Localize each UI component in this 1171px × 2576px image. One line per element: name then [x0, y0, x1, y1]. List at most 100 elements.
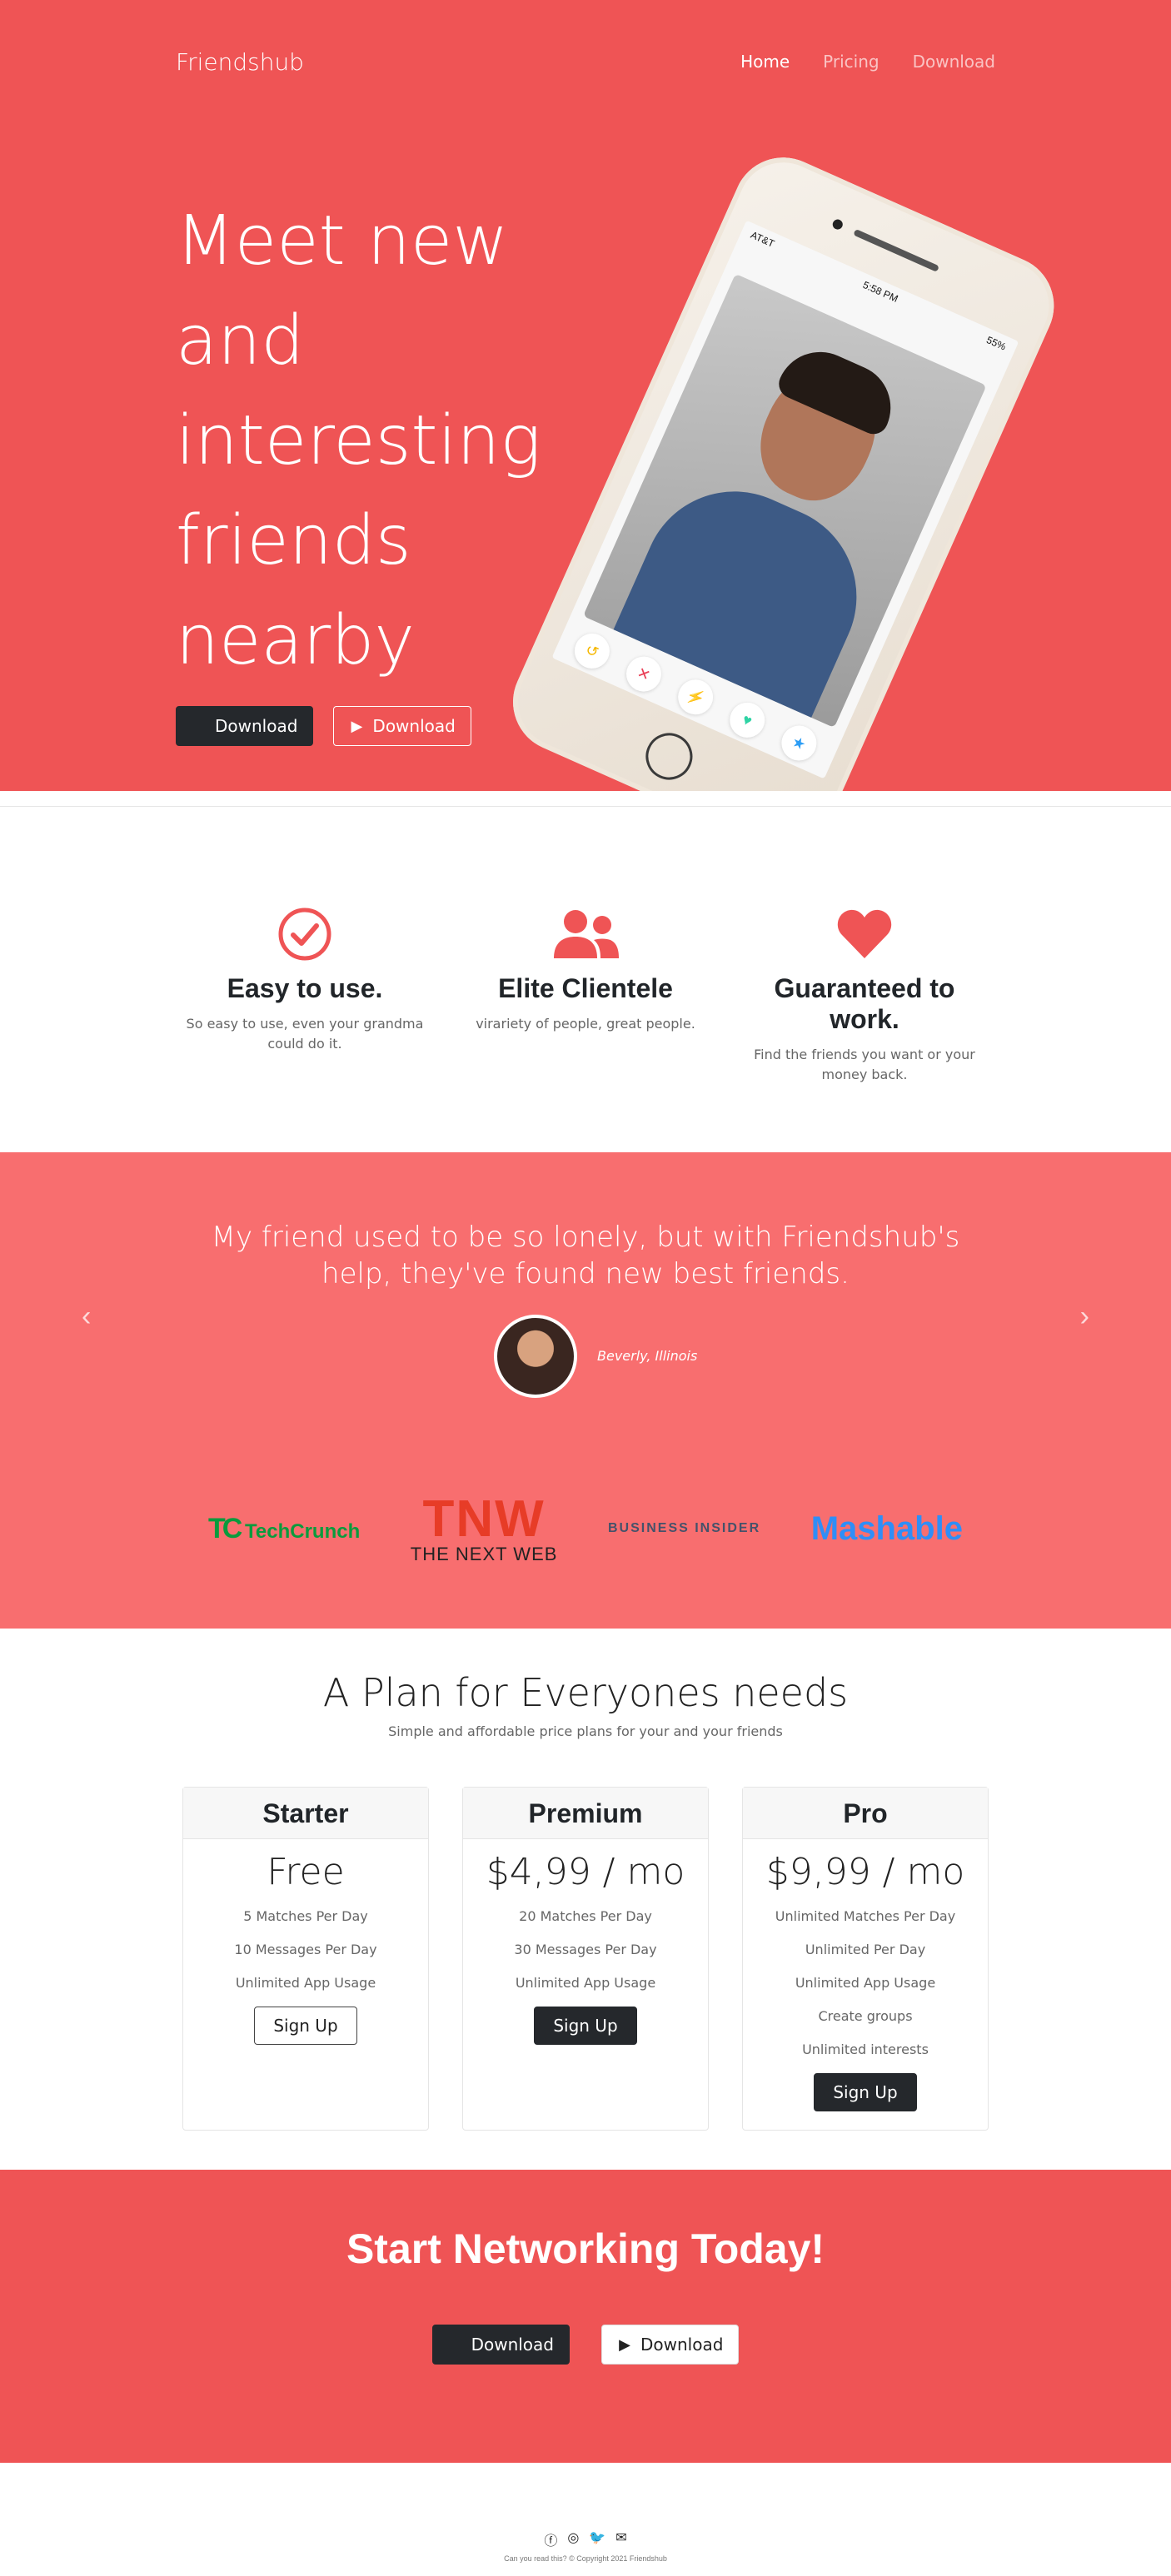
heart-icon: ♥ [724, 697, 770, 743]
plan-card-starter: Starter Free 5 Matches Per Day 10 Messag… [182, 1787, 429, 2131]
plan-feature-item: Create groups [818, 2008, 913, 2024]
brand-logo[interactable]: Friendshub [176, 48, 304, 76]
pro-signup-button[interactable]: Sign Up [814, 2073, 917, 2111]
press-logos: TC TechCrunch TNW THE NEXT WEB BUSINESS … [208, 1494, 963, 1564]
play-store-download-button[interactable]: ▶ Download [333, 706, 471, 746]
footer: ⓕ ◎ 🐦 ✉ Can you read this? © Copyright 2… [0, 2463, 1171, 2576]
cta-buttons: Download ▶ Download [0, 2325, 1171, 2365]
users-icon [554, 910, 619, 958]
pricing-plans: Starter Free 5 Matches Per Day 10 Messag… [182, 1787, 989, 2131]
tnw-big-text: TNW [422, 1490, 546, 1548]
feature-text: virariety of people, great people. [476, 1016, 695, 1032]
plan-name: Premium [463, 1788, 708, 1839]
plan-price: $9,99 / mo [765, 1851, 965, 1893]
footer-copyright: Can you read this? © Copyright 2021 Frie… [504, 2554, 667, 2563]
check-circle-icon [278, 908, 331, 961]
testimonial-author: Beverly, Illinois [597, 1348, 698, 1364]
hero-buttons: Download ▶ Download [176, 706, 471, 746]
time-label: 5:58 PM [860, 278, 900, 305]
plan-feature-item: Unlimited interests [802, 2041, 929, 2057]
rewind-icon: ↺ [569, 628, 615, 674]
google-play-icon: ▶ [619, 2335, 630, 2354]
carousel-prev-icon[interactable]: ‹ [82, 1300, 91, 1333]
plan-card-premium: Premium $4,99 / mo 20 Matches Per Day 30… [462, 1787, 709, 2131]
hero-title-line: friends [176, 501, 411, 580]
plan-feature-item: 20 Matches Per Day [519, 1908, 652, 1924]
phone-camera [830, 217, 845, 231]
tnw-logo: TNW THE NEXT WEB [411, 1494, 558, 1564]
navbar: Friendshub Home Pricing Download [176, 48, 995, 76]
cta-title: Start Networking Today! [346, 2225, 825, 2272]
feature-title: Elite Clientele [498, 973, 673, 1003]
cta-section: Start Networking Today! Download ▶ Downl… [0, 2170, 1171, 2463]
battery-label: 55% [984, 334, 1008, 353]
carousel-next-icon[interactable]: › [1080, 1300, 1089, 1333]
plan-features: Unlimited Matches Per Day Unlimited Per … [743, 1900, 988, 2066]
plan-name: Starter [183, 1788, 428, 1839]
nav-pricing-link[interactable]: Pricing [823, 52, 879, 72]
plan-card-pro: Pro $9,99 / mo Unlimited Matches Per Day… [742, 1787, 989, 2131]
plan-feature-item: Unlimited App Usage [515, 1975, 656, 1991]
pricing-subtitle: Simple and affordable price plans for yo… [388, 1723, 783, 1739]
plan-feature-item: 10 Messages Per Day [234, 1942, 377, 1957]
plan-name: Pro [743, 1788, 988, 1839]
cta-play-store-button[interactable]: ▶ Download [601, 2325, 740, 2365]
feature-title: Guaranteed to work. [774, 973, 955, 1034]
email-icon[interactable]: ✉ [615, 2529, 626, 2549]
heart-icon [837, 909, 892, 958]
nav-download-link[interactable]: Download [913, 52, 995, 72]
plan-features: 5 Matches Per Day 10 Messages Per Day Un… [183, 1900, 428, 2000]
button-label: Download [215, 716, 298, 736]
carrier-label: AT&T [749, 228, 777, 250]
phone-speaker [853, 228, 939, 272]
plan-feature-item: Unlimited App Usage [235, 1975, 376, 1991]
feature-easy: Easy to use. So easy to use, even your g… [180, 907, 430, 1054]
feature-text: Find the friends you want or your money … [754, 1047, 975, 1082]
hero-title: Meet new and interesting friends nearby [176, 191, 609, 691]
feature-guaranteed: Guaranteed to work. Find the friends you… [740, 907, 989, 1085]
nav-home-link[interactable]: Home [740, 52, 790, 72]
hero-title-line: interesting [176, 401, 541, 480]
feature-title: Easy to use. [227, 973, 383, 1003]
premium-signup-button[interactable]: Sign Up [534, 2007, 637, 2045]
plan-feature-item: Unlimited Per Day [805, 1942, 926, 1957]
pricing-section: A Plan for Everyones needs Simple and af… [0, 1629, 1171, 2170]
google-play-icon: ▶ [351, 717, 363, 735]
instagram-icon[interactable]: ◎ [567, 2529, 579, 2549]
cta-app-store-button[interactable]: Download [431, 2325, 570, 2365]
bolt-icon: ⚡ [672, 674, 719, 720]
pricing-title: A Plan for Everyones needs [322, 1670, 849, 1715]
button-label: Download [640, 2335, 724, 2355]
hero-section: Friendshub Home Pricing Download Meet ne… [0, 0, 1171, 791]
hero-title-line: and [176, 301, 305, 380]
plan-price: $4,99 / mo [486, 1851, 685, 1893]
phone-screen: AT&T 5:58 PM 55% ↺ ✕ ⚡ ♥ ★ [551, 220, 1019, 779]
starter-signup-button[interactable]: Sign Up [254, 2007, 357, 2045]
techcrunch-text: TechCrunch [245, 1519, 361, 1543]
nav-links: Home Pricing Download [740, 52, 995, 72]
phone-home-button [638, 725, 700, 788]
social-links: ⓕ ◎ 🐦 ✉ [0, 2529, 1171, 2549]
features-section: Easy to use. So easy to use, even your g… [0, 806, 1171, 1172]
plan-features: 20 Matches Per Day 30 Messages Per Day U… [463, 1900, 708, 2000]
testimonial-quote: My friend used to be so lonely, but with… [211, 1221, 960, 1290]
plan-price: Free [267, 1851, 345, 1893]
plan-feature-item: 30 Messages Per Day [514, 1942, 657, 1957]
plan-feature-item: Unlimited Matches Per Day [775, 1908, 956, 1924]
facebook-icon[interactable]: ⓕ [544, 2529, 557, 2549]
feature-clientele: Elite Clientele virariety of people, gre… [461, 907, 710, 1034]
plan-feature-item: Unlimited App Usage [795, 1975, 936, 1991]
tnw-small-text: THE NEXT WEB [410, 1544, 558, 1564]
star-icon: ★ [775, 719, 823, 767]
testimonial-section: ‹ › My friend used to be so lonely, but … [0, 1152, 1171, 1629]
twitter-icon[interactable]: 🐦 [589, 2529, 605, 2549]
hero-title-line: Meet new [176, 201, 509, 281]
app-store-download-button[interactable]: Download [176, 706, 314, 746]
plan-feature-item: 5 Matches Per Day [243, 1908, 368, 1924]
mashable-logo: Mashable [810, 1509, 963, 1547]
testimonial-avatar [494, 1315, 577, 1398]
feature-text: So easy to use, even your grandma could … [186, 1016, 424, 1052]
techcrunch-logo: TC TechCrunch [208, 1512, 361, 1544]
business-insider-logo: BUSINESS INSIDER [607, 1521, 761, 1535]
close-icon: ✕ [620, 650, 667, 698]
